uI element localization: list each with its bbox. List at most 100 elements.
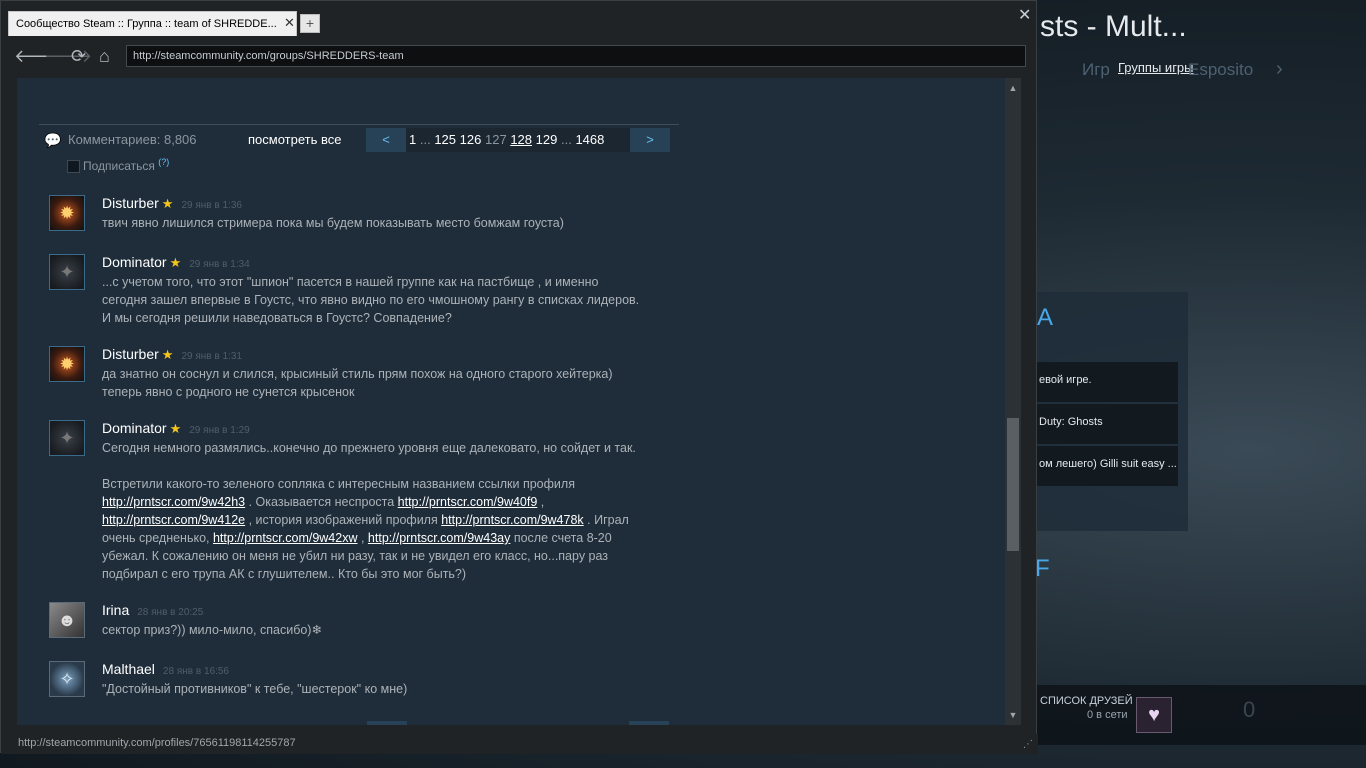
subscribe-checkbox[interactable] (67, 160, 80, 174)
comment-line: http://prntscr.com/9w42h3 . Оказывается … (102, 495, 545, 509)
comment-line: подбирал с его трупа АК с глушителем.. К… (102, 567, 467, 581)
prntscr-link[interactable]: http://prntscr.com/9w478k (441, 513, 583, 527)
avatar[interactable]: ✧ (49, 661, 85, 697)
reload-icon[interactable]: ⟳ (71, 46, 86, 67)
user-avatar[interactable]: ♥ (1136, 697, 1172, 733)
panel-row[interactable]: ом лешего) Gilli suit easy ... (1037, 446, 1178, 486)
comment-line: ...с учетом того, что этот "шпион" пасет… (102, 275, 599, 289)
panel-row[interactable]: евой игре. (1037, 362, 1178, 402)
nav-games[interactable]: Игр (1082, 60, 1110, 79)
comment-text: сектор приз?)) мило-мило, спасибо)❄ (102, 623, 322, 637)
avatar[interactable]: ☻ (49, 602, 85, 638)
game-title: sts - Mult... (1040, 10, 1187, 43)
star-icon: ★ (169, 421, 182, 436)
panel-heading-2: F (1035, 555, 1050, 582)
subscribe-label: Подписаться (83, 159, 155, 173)
panel-row[interactable]: Duty: Ghosts (1037, 404, 1178, 444)
home-icon[interactable]: ⌂ (99, 46, 110, 67)
comments-header: 💬 Комментариев: 8,806 посмотреть все < 1… (41, 128, 681, 154)
page-link[interactable]: 128 (510, 132, 532, 147)
current-page: 127 (484, 132, 507, 147)
browser-tab[interactable]: Сообщество Steam :: Группа :: team of SH… (8, 11, 297, 36)
panel-heading: A (1037, 304, 1054, 331)
comment-line: http://prntscr.com/9w412e , история изоб… (102, 513, 629, 527)
comment-timestamp: 28 янв в 16:56 (162, 666, 229, 677)
comment-text: твич явно лишился стримера пока мы будем… (102, 216, 564, 230)
comment-author[interactable]: Disturber (102, 195, 159, 211)
prntscr-link[interactable]: http://prntscr.com/9w42xw (213, 531, 358, 545)
friends-list-label[interactable]: СПИСОК ДРУЗЕЙ (1040, 695, 1133, 707)
comment-line: да знатно он соснул и слился, крысиный с… (102, 367, 613, 381)
comment-author[interactable]: Disturber (102, 346, 159, 362)
prev-page-button[interactable]: < (366, 128, 406, 152)
comment-header: Dominator ★ 29 янв в 1:29 (102, 420, 250, 438)
avatar[interactable]: ✦ (49, 254, 85, 290)
vertical-scrollbar[interactable]: ▲ ▼ (1005, 78, 1021, 725)
comment-text: "Достойный противников" к тебе, "шестеро… (102, 682, 408, 696)
overlay-nav: Игр Группы игры Esposito › (1082, 58, 1283, 80)
help-icon[interactable]: (?) (158, 157, 169, 167)
resize-grip-icon[interactable]: ⋰ (1023, 739, 1033, 750)
address-bar[interactable]: http://steamcommunity.com/groups/SHREDDE… (126, 45, 1026, 67)
comment-header: Disturber ★ 29 янв в 1:36 (102, 195, 242, 213)
comment-line: очень средненько, http://prntscr.com/9w4… (102, 531, 612, 545)
page-numbers: 1 ... 125 126 127 128 129 ... 1468 (409, 132, 604, 147)
subscribe-control[interactable]: Подписаться (?) (67, 157, 169, 174)
page-link[interactable]: 1468 (575, 132, 604, 147)
comment-author[interactable]: Dominator (102, 254, 167, 270)
comment-timestamp: 29 янв в 1:34 (189, 259, 250, 270)
scroll-down-icon[interactable]: ▼ (1005, 707, 1021, 723)
comment-line: И мы сегодня решили наведоваться в Гоуст… (102, 311, 452, 325)
prntscr-link[interactable]: http://prntscr.com/9w412e (102, 513, 245, 527)
comment-author[interactable]: Malthael (102, 661, 155, 677)
page-link[interactable]: 126 (460, 132, 482, 147)
view-all-link[interactable]: посмотреть все (248, 132, 341, 147)
prntscr-link[interactable]: http://prntscr.com/9w43ay (368, 531, 510, 545)
comment-author[interactable]: Dominator (102, 420, 167, 436)
tab-close-icon[interactable]: ✕ (284, 15, 295, 31)
browser-toolbar: 🡐 🡒 ⟳ ⌂ http://steamcommunity.com/groups… (1, 37, 1036, 77)
comment-line: Встретили какого-то зеленого сопляка с и… (102, 477, 575, 491)
comment-line: теперь явно с родного не сунется крысено… (102, 385, 355, 399)
page-link[interactable]: 129 (536, 132, 558, 147)
nav-esposito[interactable]: Esposito (1188, 60, 1253, 80)
scrollbar-thumb[interactable] (1007, 418, 1019, 551)
next-page-button[interactable]: > (630, 128, 670, 152)
friends-online-count: 0 в сети (1087, 709, 1128, 721)
comment-header: Malthael 28 янв в 16:56 (102, 661, 229, 679)
comment-timestamp: 29 янв в 1:29 (189, 425, 250, 436)
avatar[interactable]: ✹ (49, 346, 85, 382)
chevron-right-icon[interactable]: › (1276, 58, 1283, 81)
pagination: < 1 ... 125 126 127 128 129 ... 1468 > (366, 128, 670, 152)
star-icon: ★ (169, 255, 182, 270)
scroll-up-icon[interactable]: ▲ (1005, 80, 1021, 96)
avatar[interactable]: ✹ (49, 195, 85, 231)
star-icon: ★ (161, 196, 174, 211)
star-icon: ★ (161, 347, 174, 362)
prntscr-link[interactable]: http://prntscr.com/9w42h3 (102, 495, 245, 509)
new-tab-button[interactable]: + (300, 14, 320, 33)
window-close-icon[interactable]: ✕ (1018, 5, 1031, 25)
tab-title: Сообщество Steam :: Группа :: team of SH… (16, 18, 277, 30)
page-content: 💬 Комментариев: 8,806 посмотреть все < 1… (17, 78, 1005, 725)
comment-line: сегодня зашел впервые в Гоустс, что явно… (102, 293, 640, 307)
page-ellipsis: ... (419, 132, 431, 147)
nav-game-groups[interactable]: Группы игры (1118, 60, 1194, 75)
page-ellipsis: ... (560, 132, 572, 147)
comment-text: ...с учетом того, что этот "шпион" пасет… (102, 273, 692, 327)
page-link[interactable]: 125 (434, 132, 456, 147)
avatar[interactable]: ✦ (49, 420, 85, 456)
overlay-panel: A евой игре. Duty: Ghosts ом лешего) Gil… (1037, 292, 1188, 531)
prntscr-link[interactable]: http://prntscr.com/9w40f9 (398, 495, 538, 509)
page-link[interactable]: 1 (409, 132, 416, 147)
prev-page-button-bottom[interactable] (367, 721, 407, 725)
comment-count: Комментариев: 8,806 (68, 132, 197, 147)
comment-line: убежал. К сожалению он меня не убил ни р… (102, 549, 609, 563)
comment-header: Irina 28 янв в 20:25 (102, 602, 203, 620)
comment-author[interactable]: Irina (102, 602, 129, 618)
comment-bubble-icon: 💬 (44, 132, 62, 148)
comment-timestamp: 29 янв в 1:36 (181, 200, 242, 211)
next-page-button-bottom[interactable] (629, 721, 669, 725)
comment-line: Сегодня немного размялись..конечно до пр… (102, 441, 636, 455)
